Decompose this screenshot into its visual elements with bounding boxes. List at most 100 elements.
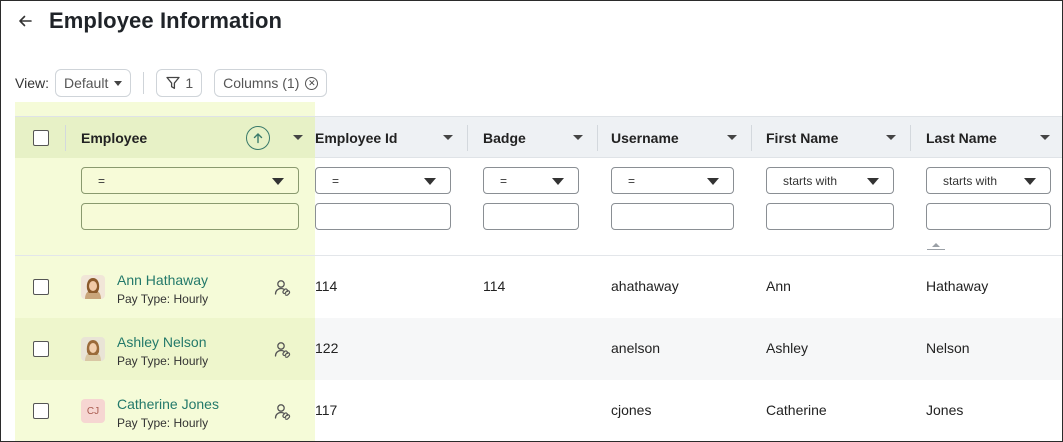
columns-button[interactable]: Columns (1) ✕ [214,69,328,97]
column-header-username-label: Username [611,129,679,146]
last-name-filter-operator[interactable]: starts with [926,167,1051,194]
username-filter-operator-value: = [628,173,636,188]
employee-id-filter-operator[interactable]: = [315,167,451,194]
column-header-last-name[interactable]: Last Name [926,117,1062,158]
table-row[interactable]: CJ Catherine Jones Pay Type: Hourly 117 … [15,380,1062,441]
user-link-icon[interactable] [273,402,293,422]
close-circle-icon[interactable]: ✕ [305,76,319,90]
employee-filter-operator[interactable]: = [81,167,299,194]
cell-employee-id: 117 [315,402,338,418]
back-button[interactable] [15,11,35,31]
cell-badge: 114 [483,278,506,294]
column-header-first-name-label: First Name [766,129,839,146]
view-select-value: Default [63,75,109,91]
chevron-down-icon [552,178,564,185]
employee-filter-input[interactable] [81,203,299,230]
employee-id-filter-operator-value: = [332,173,340,188]
first-name-filter-operator-value: starts with [783,173,838,188]
employee-filter-operator-value: = [98,173,106,188]
filter-button[interactable]: 1 [156,69,203,97]
page-title: Employee Information [49,8,283,33]
cell-first-name: Catherine [766,402,827,418]
first-name-filter-operator[interactable]: starts with [766,167,894,194]
column-separator[interactable] [65,125,66,151]
column-header-employee-label: Employee [81,129,148,146]
row-checkbox[interactable] [33,279,49,295]
first-name-filter-input[interactable] [766,203,894,230]
column-header-username[interactable]: Username [611,117,751,158]
column-header-first-name[interactable]: First Name [766,117,910,158]
badge-filter-input[interactable] [483,203,579,230]
user-link-icon[interactable] [273,278,293,298]
cell-username: anelson [611,340,661,356]
cell-username: ahathaway [611,278,679,294]
column-header-badge[interactable]: Badge [483,117,597,158]
cell-first-name: Ann [766,278,791,294]
column-separator[interactable] [597,125,598,151]
chevron-down-icon [707,178,719,185]
sort-ascending-icon [253,133,263,144]
employee-pay-type: Pay Type: Hourly [117,292,209,306]
row-checkbox[interactable] [33,403,49,419]
table-row[interactable]: Ashley Nelson Pay Type: Hourly 122 anels… [15,318,1062,380]
grid-filter-row: = = = = starts with starts with [15,158,1062,256]
columns-label: Columns (1) [223,75,300,91]
avatar [81,275,105,299]
last-name-filter-operator-value: starts with [943,173,998,188]
view-label: View: [15,75,49,91]
column-header-employee-id[interactable]: Employee Id [315,117,467,158]
badge-filter-operator-value: = [500,173,508,188]
username-filter-operator[interactable]: = [611,167,734,194]
column-separator[interactable] [467,125,468,151]
employee-grid: Employee Employee Id Badge Username Firs… [15,102,1062,441]
column-menu-icon[interactable] [727,135,737,140]
avatar-photo-icon [81,337,105,361]
select-all-cell [33,117,49,158]
chevron-down-icon [272,178,284,185]
column-menu-icon[interactable] [886,135,896,140]
employee-pay-type: Pay Type: Hourly [117,354,209,368]
chevron-down-icon [424,178,436,185]
column-menu-icon[interactable] [443,135,453,140]
last-name-filter-input[interactable] [926,203,1051,230]
chevron-down-icon [1024,178,1036,185]
select-all-checkbox[interactable] [33,129,49,146]
employee-id-filter-input[interactable] [315,203,451,230]
table-row[interactable]: Ann Hathaway Pay Type: Hourly 114 114 ah… [15,256,1062,318]
column-menu-icon[interactable] [293,135,303,140]
avatar [81,337,105,361]
column-menu-icon[interactable] [573,135,583,140]
view-select[interactable]: Default [54,69,132,97]
cell-employee-id: 114 [315,278,338,294]
column-separator[interactable] [751,125,752,151]
avatar-photo-icon [81,275,105,299]
app-frame: Employee Information View: Default 1 Col… [0,0,1063,442]
filter-count: 1 [185,75,194,91]
column-header-employee-id-label: Employee Id [315,129,398,146]
sort-ascending-button[interactable] [246,126,270,150]
grid-header-row: Employee Employee Id Badge Username Firs… [15,116,1062,158]
cell-first-name: Ashley [766,340,809,356]
chevron-down-icon [867,178,879,185]
employee-name-link[interactable]: Catherine Jones [117,396,219,412]
cell-username: cjones [611,402,652,418]
cell-employee-id: 122 [315,340,339,356]
column-header-last-name-label: Last Name [926,129,997,146]
filter-funnel-icon [166,76,180,89]
employee-name-link[interactable]: Ann Hathaway [117,272,208,288]
column-separator[interactable] [910,125,911,151]
row-checkbox[interactable] [33,341,49,357]
badge-filter-operator[interactable]: = [483,167,579,194]
resize-handle-icon[interactable] [927,242,945,250]
employee-pay-type: Pay Type: Hourly [117,416,209,430]
cell-last-name: Hathaway [926,278,989,294]
column-menu-icon[interactable] [1040,135,1050,140]
cell-last-name: Jones [926,402,964,418]
user-link-icon[interactable] [273,340,293,360]
username-filter-input[interactable] [611,203,734,230]
column-header-employee[interactable]: Employee [81,117,315,158]
cell-last-name: Nelson [926,340,970,356]
grid-toolbar: View: Default 1 Columns (1) ✕ [15,69,328,97]
avatar: CJ [81,399,105,423]
employee-name-link[interactable]: Ashley Nelson [117,334,207,350]
